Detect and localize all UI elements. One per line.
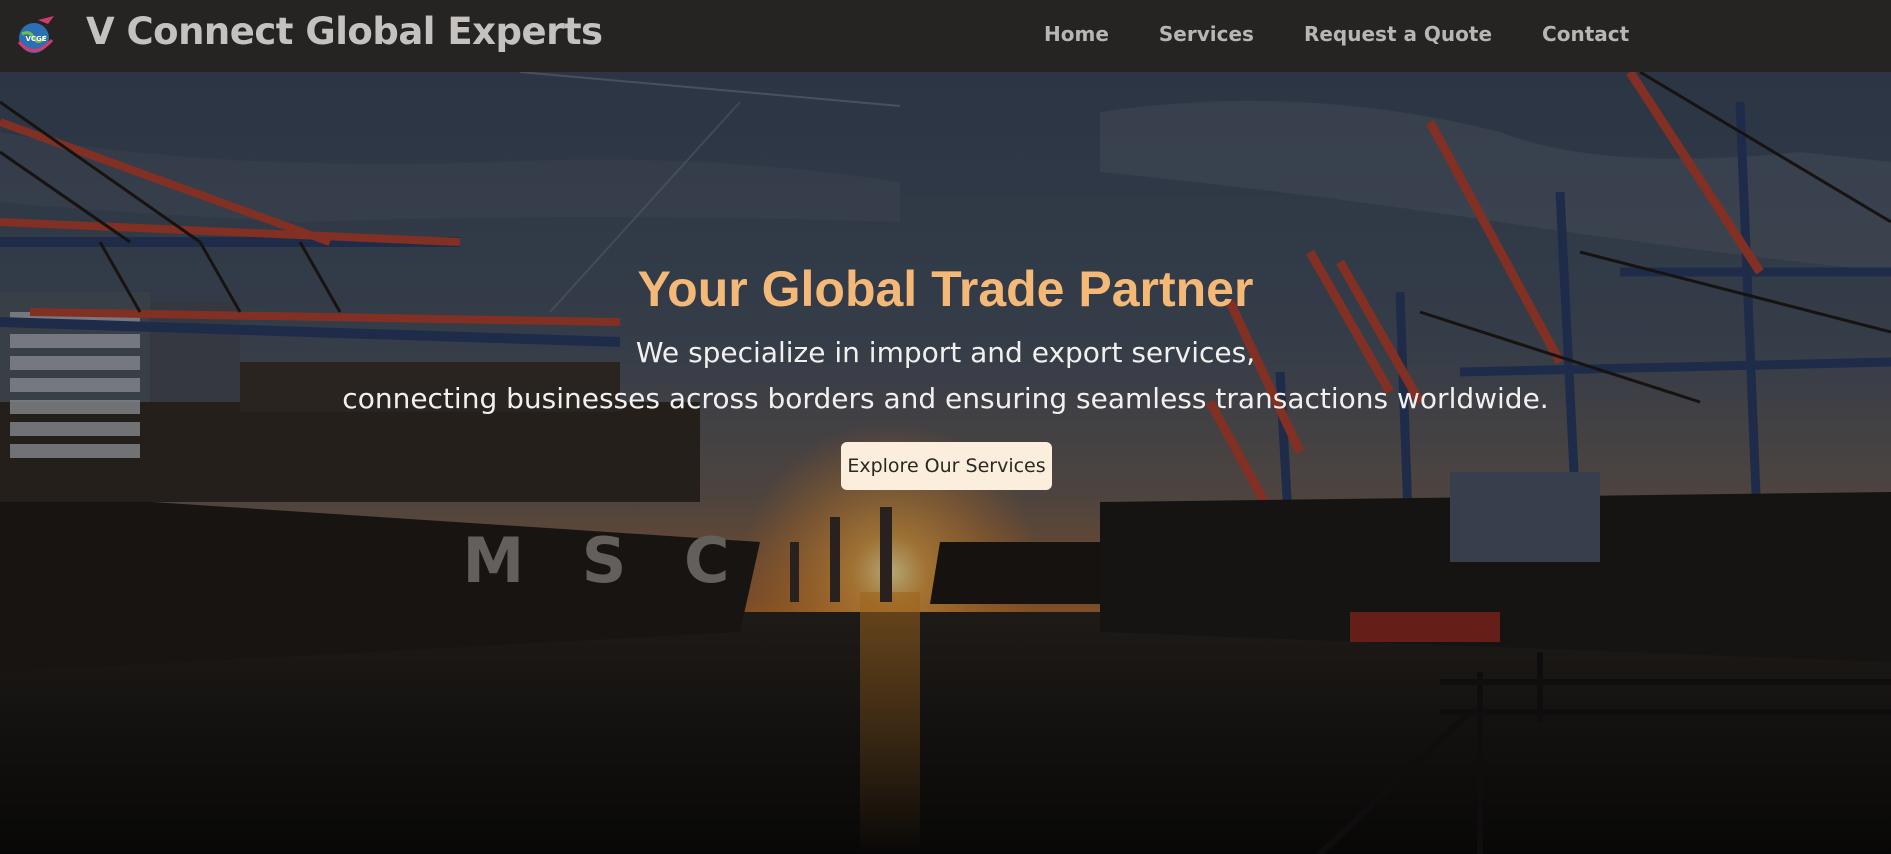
- brand-title[interactable]: V Connect Global Experts: [86, 10, 603, 53]
- logo-lettering: VCGE: [25, 35, 46, 43]
- nav-contact-link[interactable]: Contact: [1542, 22, 1629, 46]
- nav-request-quote-link[interactable]: Request a Quote: [1304, 22, 1492, 46]
- nav-services-link[interactable]: Services: [1159, 22, 1254, 46]
- hero-subtitle-line-1: We specialize in import and export servi…: [635, 336, 1256, 369]
- explore-services-button[interactable]: Explore Our Services: [841, 442, 1052, 490]
- nav-home-link[interactable]: Home: [1044, 22, 1109, 46]
- main-nav: Home Services Request a Quote Contact: [1044, 22, 1679, 46]
- hero-section: M S C Your Global Trade Partner We speci…: [0, 72, 1891, 854]
- hero-subtitle-line-2: connecting businesses across borders and…: [342, 382, 1549, 415]
- globe-airplane-logo-icon[interactable]: VCGE: [12, 12, 60, 60]
- top-navbar: VCGE V Connect Global Experts Home Servi…: [0, 0, 1891, 72]
- hero-title: Your Global Trade Partner: [637, 261, 1254, 317]
- hero-content: Your Global Trade Partner We specialize …: [0, 72, 1891, 854]
